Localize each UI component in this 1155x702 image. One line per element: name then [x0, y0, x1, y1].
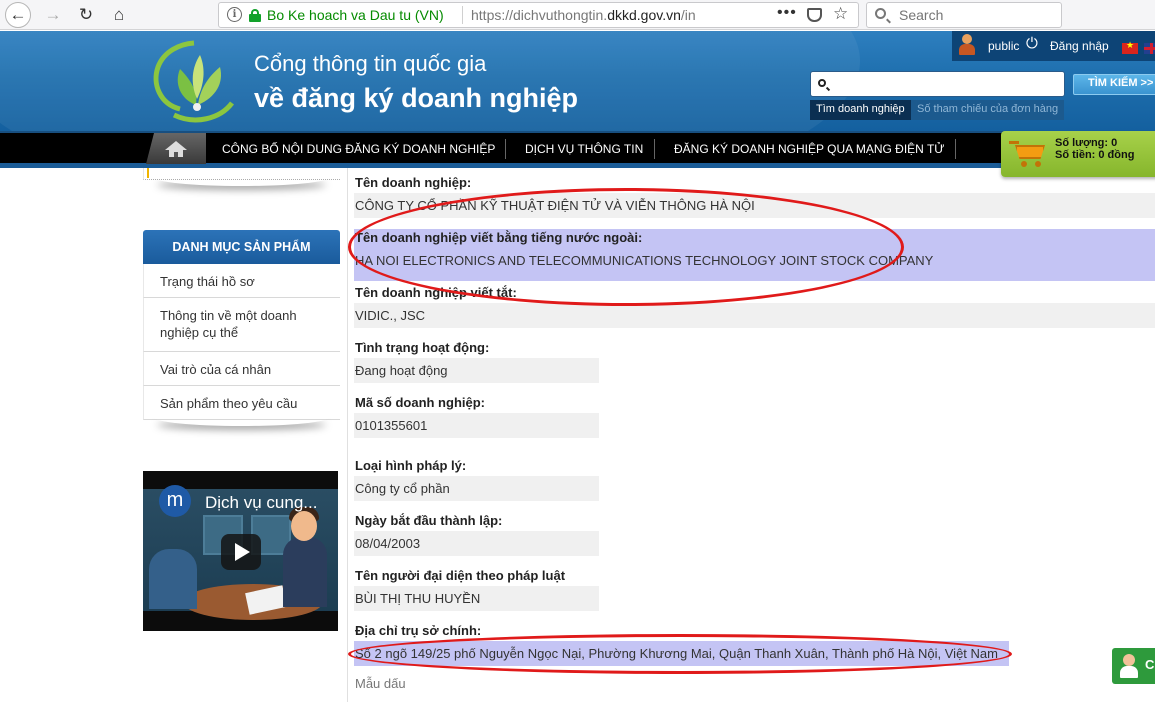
site-identity[interactable]: Bo Ke hoach va Dau tu (VN)	[267, 7, 444, 23]
sidebar-shadow	[153, 408, 330, 426]
field-label: Tên doanh nghiệp viết tắt:	[355, 285, 517, 300]
info-icon[interactable]: i	[227, 7, 242, 22]
url-divider	[462, 6, 463, 24]
portal-title-line1: Cổng thông tin quốc gia	[254, 51, 487, 76]
video-title[interactable]: Dịch vụ cung...	[205, 493, 317, 513]
nav-divider	[955, 139, 956, 159]
sidebar-shadow	[153, 168, 330, 186]
url-suffix: /in	[680, 7, 696, 23]
product-menu-title: DANH MỤC SẢN PHẨM	[143, 230, 340, 264]
field-value: HA NOI ELECTRONICS AND TELECOMMUNICATION…	[354, 248, 1155, 273]
main-nav: CÔNG BỐ NỘI DUNG ĐĂNG KÝ DOANH NGHIỆP DỊ…	[0, 131, 1155, 168]
portal-title-line2: về đăng ký doanh nghiệp	[254, 83, 579, 113]
header-decoration	[0, 31, 860, 131]
home-icon[interactable]: ⌂	[106, 2, 132, 28]
field-value: CÔNG TY CỔ PHẦN KỸ THUẬT ĐIỆN TỬ VÀ VIỄN…	[354, 193, 1155, 218]
search-icon	[818, 79, 826, 87]
user-avatar-icon	[958, 34, 976, 56]
field-value: 08/04/2003	[354, 531, 599, 556]
field-label: Loại hình pháp lý:	[355, 458, 467, 473]
search-button[interactable]: TÌM KIẾM >>	[1073, 74, 1155, 95]
field-value: Số 2 ngõ 149/25 phố Nguyễn Ngọc Nại, Phư…	[354, 641, 1009, 666]
field-label: Ngày bắt đầu thành lập:	[355, 513, 503, 528]
nav-item-cong-bo[interactable]: CÔNG BỐ NỘI DUNG ĐĂNG KÝ DOANH NGHIỆP	[222, 142, 495, 156]
play-icon[interactable]	[221, 534, 261, 570]
video-embed[interactable]: m Dịch vụ cung...	[143, 471, 338, 631]
site-search-box[interactable]	[810, 71, 1065, 97]
user-bar: public ⏻ Đăng nhập	[952, 31, 1155, 61]
home-icon	[165, 141, 187, 157]
nav-divider	[505, 139, 506, 159]
reload-icon[interactable]: ↻	[73, 2, 99, 28]
page-actions-menu-icon[interactable]: •••	[777, 4, 797, 22]
field-label: Tên doanh nghiệp:	[355, 175, 472, 190]
field-value: 0101355601	[354, 413, 599, 438]
browser-search-box[interactable]	[866, 2, 1062, 28]
url-prefix: https://dichvuthongtin.	[471, 7, 608, 23]
url-domain: dkkd.gov.vn	[607, 7, 681, 23]
browser-search-input[interactable]	[897, 5, 1047, 25]
field-value: Công ty cổ phần	[354, 476, 599, 501]
sidebar-item-vai-tro[interactable]: Vai trò của cá nhân	[143, 352, 340, 386]
back-arrow-icon[interactable]: ←	[5, 2, 31, 28]
cart-quantity: Số lượng: 0	[1055, 137, 1118, 149]
login-link[interactable]: Đăng nhập	[1050, 39, 1109, 53]
cart-icon	[1009, 139, 1051, 169]
pocket-icon[interactable]	[807, 8, 822, 22]
chat-widget[interactable]: C	[1112, 648, 1155, 684]
field-label: Tên người đại diện theo pháp luật	[355, 568, 566, 583]
nav-item-dang-ky[interactable]: ĐĂNG KÝ DOANH NGHIỆP QUA MẠNG ĐIỆN TỬ	[674, 142, 945, 156]
forward-arrow-icon[interactable]: →	[40, 2, 66, 28]
url-bar[interactable]: i Bo Ke hoach va Dau tu (VN) https://dic…	[218, 2, 859, 28]
field-value: Đang hoạt động	[354, 358, 599, 383]
chat-label: C	[1145, 657, 1155, 672]
site-search-input[interactable]	[831, 74, 1059, 94]
power-icon[interactable]: ⏻	[1026, 35, 1038, 52]
field-value: VIDIC., JSC	[354, 303, 1155, 328]
sidebar: DANH MỤC SẢN PHẨM Trạng thái hồ sơ Thông…	[143, 168, 340, 702]
nav-item-dich-vu[interactable]: DỊCH VỤ THÔNG TIN	[525, 142, 643, 156]
browser-toolbar: ← → ↻ ⌂ i Bo Ke hoach va Dau tu (VN) htt…	[0, 0, 1155, 30]
url-text[interactable]: https://dichvuthongtin.dkkd.gov.vn/in	[471, 7, 767, 23]
seal-sample-link[interactable]: Mẫu dấu	[355, 676, 406, 691]
search-icon	[875, 8, 886, 19]
sidebar-item-thong-tin[interactable]: Thông tin về một doanh nghiệp cụ thể	[143, 298, 340, 352]
field-label: Tình trạng hoạt động:	[355, 340, 490, 355]
field-value: BÙI THỊ THU HUYỀN	[354, 586, 599, 611]
tab-find-business[interactable]: Tìm doanh nghiệp	[810, 100, 911, 120]
english-flag-icon[interactable]	[1144, 43, 1155, 54]
support-agent-icon	[1118, 654, 1140, 678]
company-details: Tên doanh nghiệp: CÔNG TY CỔ PHẦN KỸ THU…	[347, 168, 1155, 702]
nav-home-button[interactable]	[146, 133, 206, 164]
user-name[interactable]: public	[988, 39, 1019, 53]
portal-logo[interactable]	[150, 39, 242, 127]
field-label: Địa chỉ trụ sở chính:	[355, 623, 482, 638]
field-label: Mã số doanh nghiệp:	[355, 395, 485, 410]
tab-order-reference[interactable]: Số tham chiếu của đơn hàng	[911, 100, 1065, 120]
bookmark-star-icon[interactable]: ☆	[833, 4, 848, 24]
lock-icon	[249, 9, 261, 22]
channel-avatar[interactable]: m	[159, 485, 191, 517]
vietnam-flag-icon[interactable]	[1122, 40, 1138, 54]
cart-amount: Số tiền: 0 đồng	[1055, 149, 1135, 161]
field-label: Tên doanh nghiệp viết bằng tiếng nước ng…	[355, 230, 643, 245]
site-header: Cổng thông tin quốc gia về đăng ký doanh…	[0, 31, 1155, 131]
sidebar-item-trang-thai[interactable]: Trạng thái hồ sơ	[143, 264, 340, 298]
nav-divider	[654, 139, 655, 159]
